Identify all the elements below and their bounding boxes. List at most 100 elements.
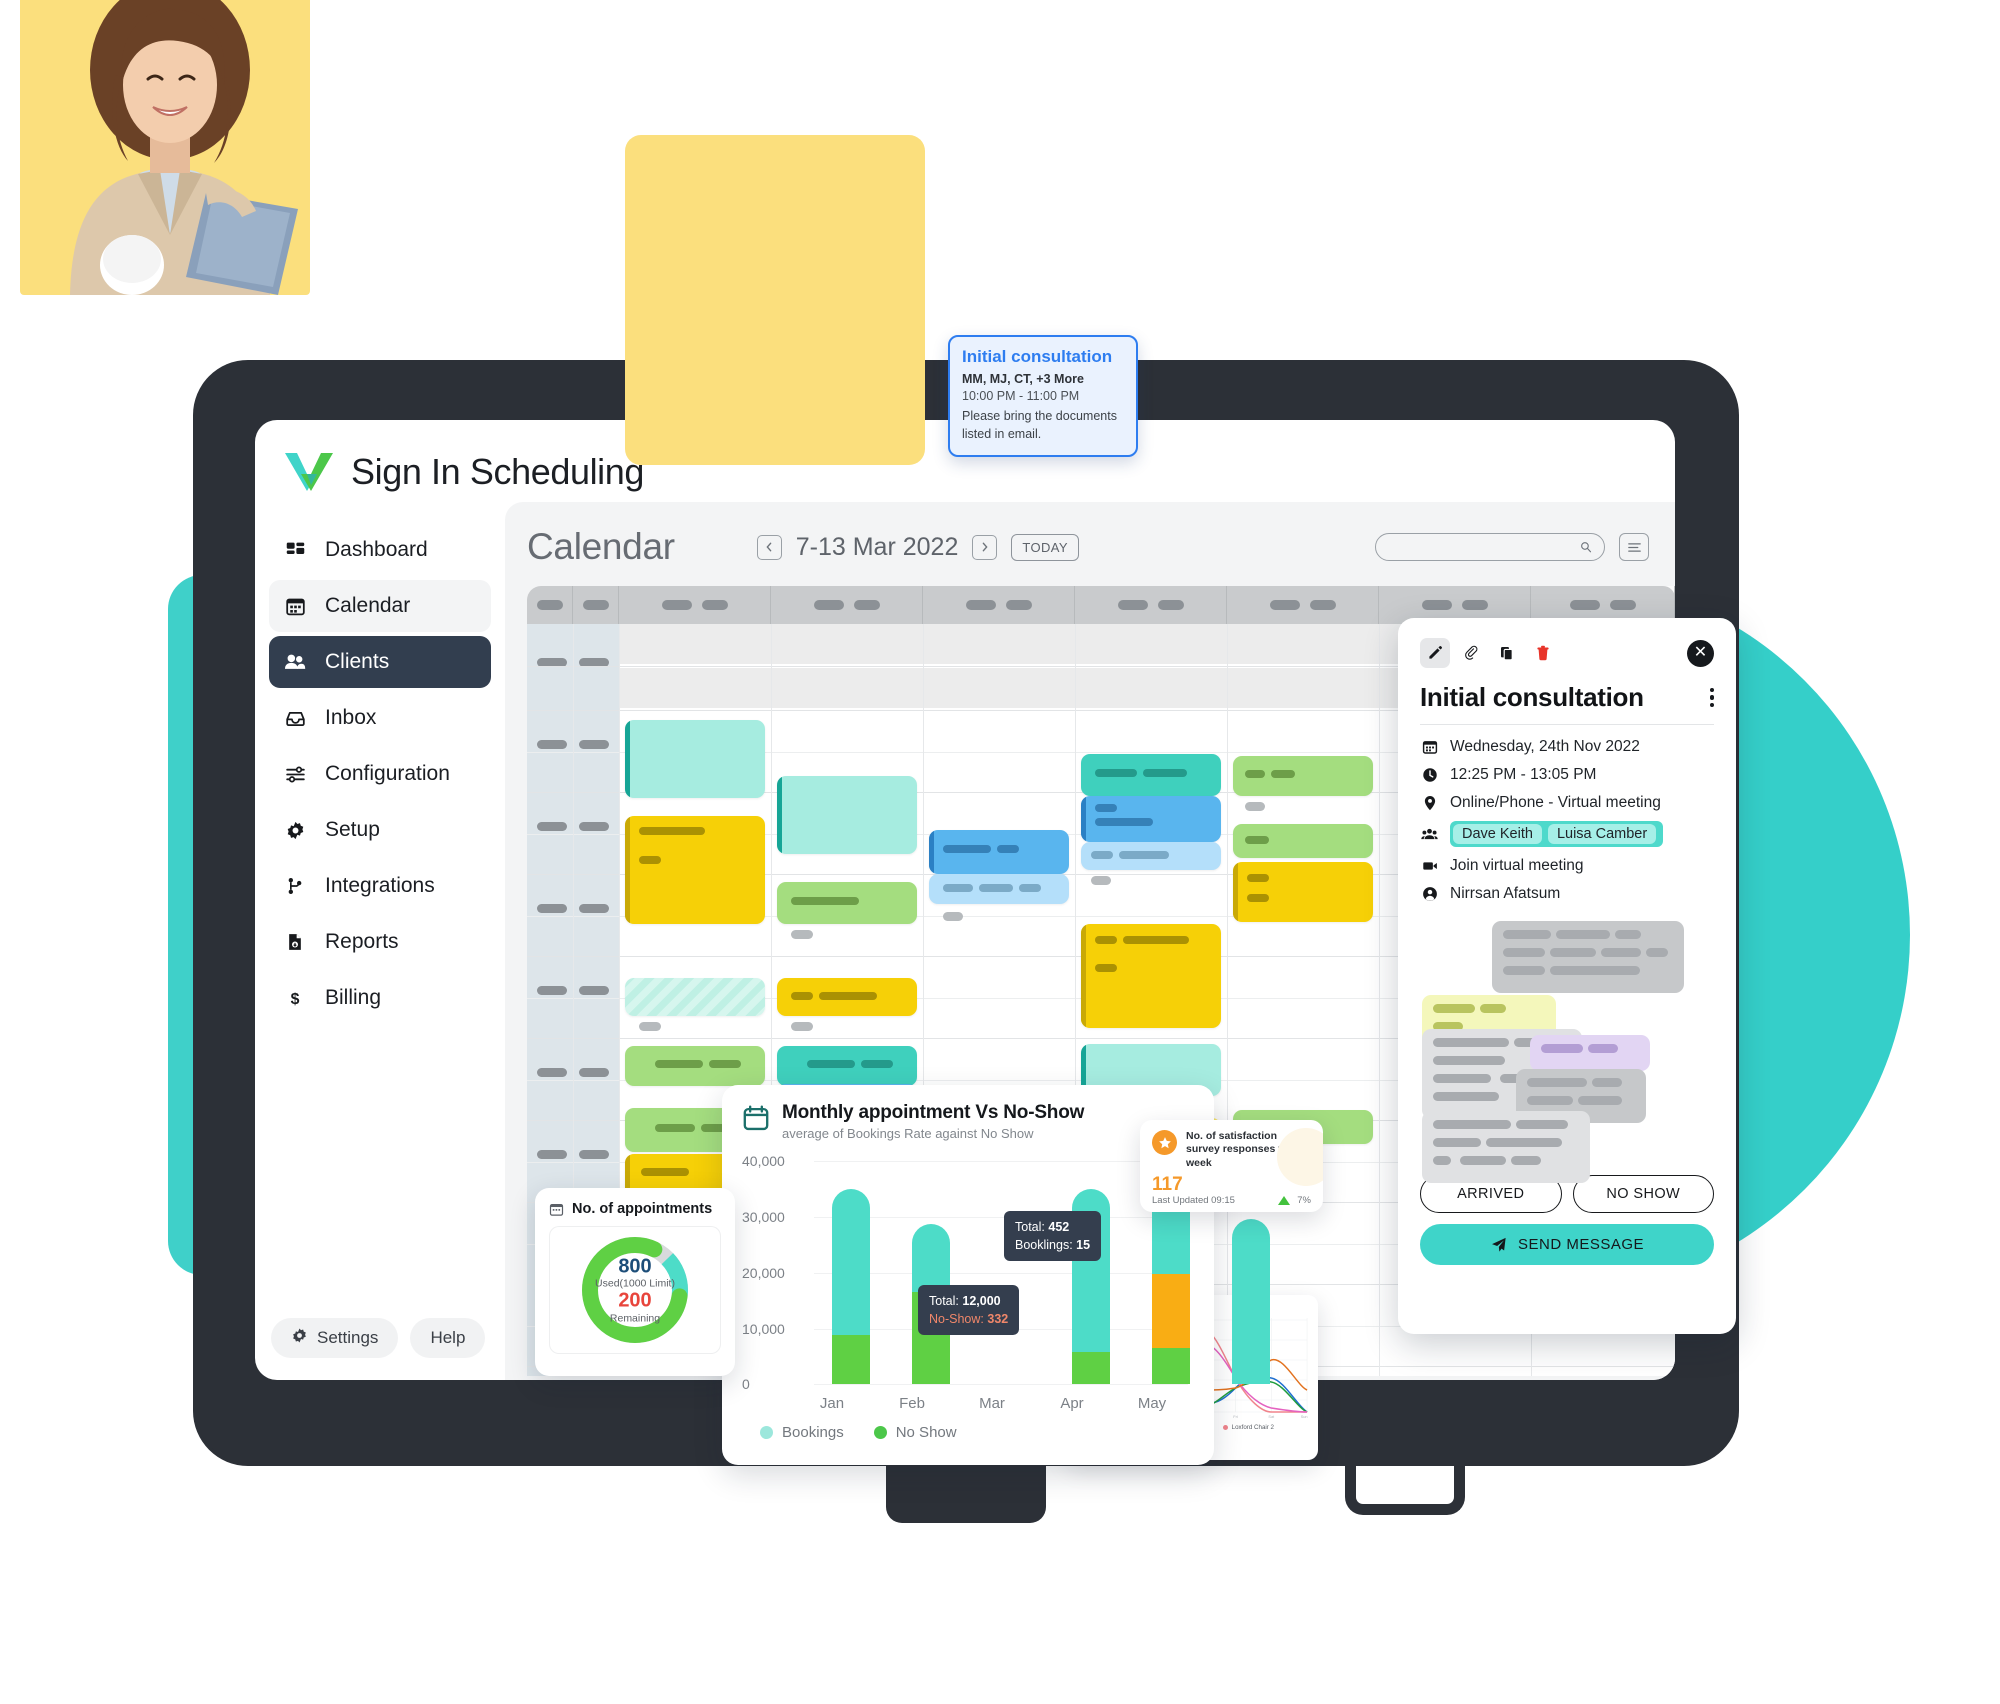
appointments-donut-widget: No. of appointments 800 Used(1000 Limit)… [535, 1188, 735, 1376]
appointment-detail-panel: ✕ Initial consultation Wednesday, 24th N… [1398, 618, 1736, 1334]
search-input[interactable] [1388, 539, 1580, 555]
send-message-label: SEND MESSAGE [1517, 1236, 1645, 1253]
x-axis-label: May [1137, 1395, 1167, 1412]
close-icon[interactable]: ✕ [1687, 639, 1714, 667]
donut-widget-header: No. of appointments [549, 1201, 721, 1217]
calendar-event[interactable] [625, 816, 765, 924]
calendar-event[interactable] [929, 830, 1069, 874]
y-axis-label: 0 [742, 1376, 750, 1392]
detail-virtual-meeting-row[interactable]: Join virtual meeting [1420, 856, 1714, 875]
header-cell [573, 586, 619, 624]
svg-text:Fri: Fri [1233, 1414, 1238, 1419]
calendar-event[interactable] [777, 978, 917, 1016]
clock-icon [1420, 765, 1439, 784]
user-icon [1420, 884, 1439, 903]
tooltip-note: Please bring the documents listed in ema… [962, 409, 1117, 442]
sidebar-item-inbox[interactable]: Inbox [269, 692, 491, 744]
header-cell-day[interactable] [923, 586, 1075, 624]
tooltip-noshow-value: 332 [987, 1312, 1009, 1327]
sidebar-item-label: Clients [325, 650, 390, 673]
header-cell-day[interactable] [1075, 586, 1227, 624]
detail-toolbar: ✕ [1420, 638, 1714, 668]
sidebar-item-configuration[interactable]: Configuration [269, 748, 491, 800]
sidebar-item-setup[interactable]: Setup [269, 804, 491, 856]
attendee-pill[interactable]: Dave Keith [1453, 824, 1542, 844]
sidebar-item-dashboard[interactable]: Dashboard [269, 524, 491, 576]
attendee-pill[interactable]: Luisa Camber [1547, 824, 1657, 844]
copy-icon[interactable] [1492, 638, 1522, 668]
prev-week-button[interactable] [756, 534, 782, 560]
photo-card-background [625, 135, 925, 465]
bar-group[interactable] [832, 1189, 870, 1384]
calendar-event[interactable] [1081, 924, 1221, 1028]
header-cell-day[interactable] [1227, 586, 1379, 624]
detail-owner: Nirrsan Afatsum [1450, 884, 1561, 902]
triangle-up-icon [1278, 1196, 1291, 1206]
sliders-icon [283, 762, 307, 786]
calendar-event[interactable] [1081, 796, 1221, 842]
satisfaction-footer: Last Updated 09:15 7% [1152, 1195, 1311, 1206]
people-icon [1420, 825, 1439, 844]
sidebar-item-label: Billing [325, 986, 382, 1009]
settings-button[interactable]: Settings [271, 1318, 399, 1358]
header-cell-day[interactable] [619, 586, 771, 624]
bar-group[interactable] [1232, 1219, 1270, 1384]
legend-item[interactable]: Bookings [760, 1424, 844, 1441]
calendar-event[interactable] [929, 874, 1069, 904]
bar-chart-title: Monthly appointment Vs No-Show [782, 1102, 1085, 1123]
search-icon [1581, 542, 1592, 553]
attach-icon[interactable] [1456, 638, 1486, 668]
detail-time: 12:25 PM - 13:05 PM [1450, 765, 1597, 783]
calendar-event[interactable] [777, 776, 917, 854]
calendar-event[interactable] [625, 978, 765, 1016]
sidebar-item-billing[interactable]: $ Billing [269, 972, 491, 1024]
calendar-event[interactable] [1081, 754, 1221, 796]
legend-color-swatch [1222, 1425, 1228, 1430]
calendar-event[interactable] [625, 720, 765, 798]
send-message-button[interactable]: SEND MESSAGE [1420, 1224, 1714, 1265]
calendar-event[interactable] [625, 1046, 765, 1086]
satisfaction-updated: Last Updated 09:15 [1152, 1195, 1235, 1207]
tooltip-bookings-value: 15 [1076, 1238, 1091, 1253]
sidebar-item-clients[interactable]: Clients [269, 636, 491, 688]
message-thread [1420, 917, 1714, 1183]
help-button[interactable]: Help [410, 1318, 486, 1358]
x-axis-label: Mar [979, 1395, 1005, 1412]
kebab-menu-icon[interactable] [1709, 687, 1714, 708]
detail-title-row: Initial consultation [1420, 668, 1714, 713]
calendar-event[interactable] [1233, 862, 1373, 922]
header-cell-day[interactable] [771, 586, 923, 624]
next-week-button[interactable] [972, 534, 998, 560]
chart-tooltip-may: Total: 452 Booklings: 15 [1004, 1211, 1102, 1262]
edit-icon[interactable] [1420, 638, 1450, 668]
delete-icon[interactable] [1528, 638, 1558, 668]
legend-item[interactable]: Loxford Chair 2 [1222, 1424, 1274, 1431]
event-tooltip[interactable]: Initial consultation MM, MJ, CT, +3 More… [948, 335, 1138, 458]
app-title: Sign In Scheduling [351, 451, 645, 492]
message-bubble [1492, 921, 1684, 993]
no-show-button[interactable]: NO SHOW [1572, 1175, 1714, 1213]
legend-label: Loxford Chair 2 [1231, 1424, 1274, 1431]
detail-owner-row: Nirrsan Afatsum [1420, 884, 1714, 903]
calendar-event[interactable] [777, 1046, 917, 1086]
calendar-event[interactable] [777, 882, 917, 924]
svg-text:Sat: Sat [1268, 1414, 1275, 1419]
list-view-button[interactable] [1619, 533, 1649, 561]
legend-item[interactable]: No Show [873, 1424, 957, 1441]
search-box[interactable] [1375, 533, 1605, 561]
sidebar-item-calendar[interactable]: Calendar [269, 580, 491, 632]
calendar-event[interactable] [1081, 842, 1221, 870]
page-title: Calendar [527, 526, 675, 567]
sidebar-item-label: Configuration [325, 762, 450, 785]
sidebar-item-reports[interactable]: Reports [269, 916, 491, 968]
chevron-left-icon [766, 542, 772, 552]
tooltip-time: 10:00 PM - 11:00 PM [962, 389, 1080, 403]
date-navigation: 7-13 Mar 2022 TODAY [756, 533, 1079, 562]
calendar-event[interactable] [1233, 756, 1373, 796]
calendar-event[interactable] [1233, 824, 1373, 858]
divider [1420, 724, 1714, 725]
pin-icon [1420, 793, 1439, 812]
person-photo [20, 0, 310, 295]
today-button[interactable]: TODAY [1011, 533, 1079, 561]
sidebar-item-integrations[interactable]: Integrations [269, 860, 491, 912]
